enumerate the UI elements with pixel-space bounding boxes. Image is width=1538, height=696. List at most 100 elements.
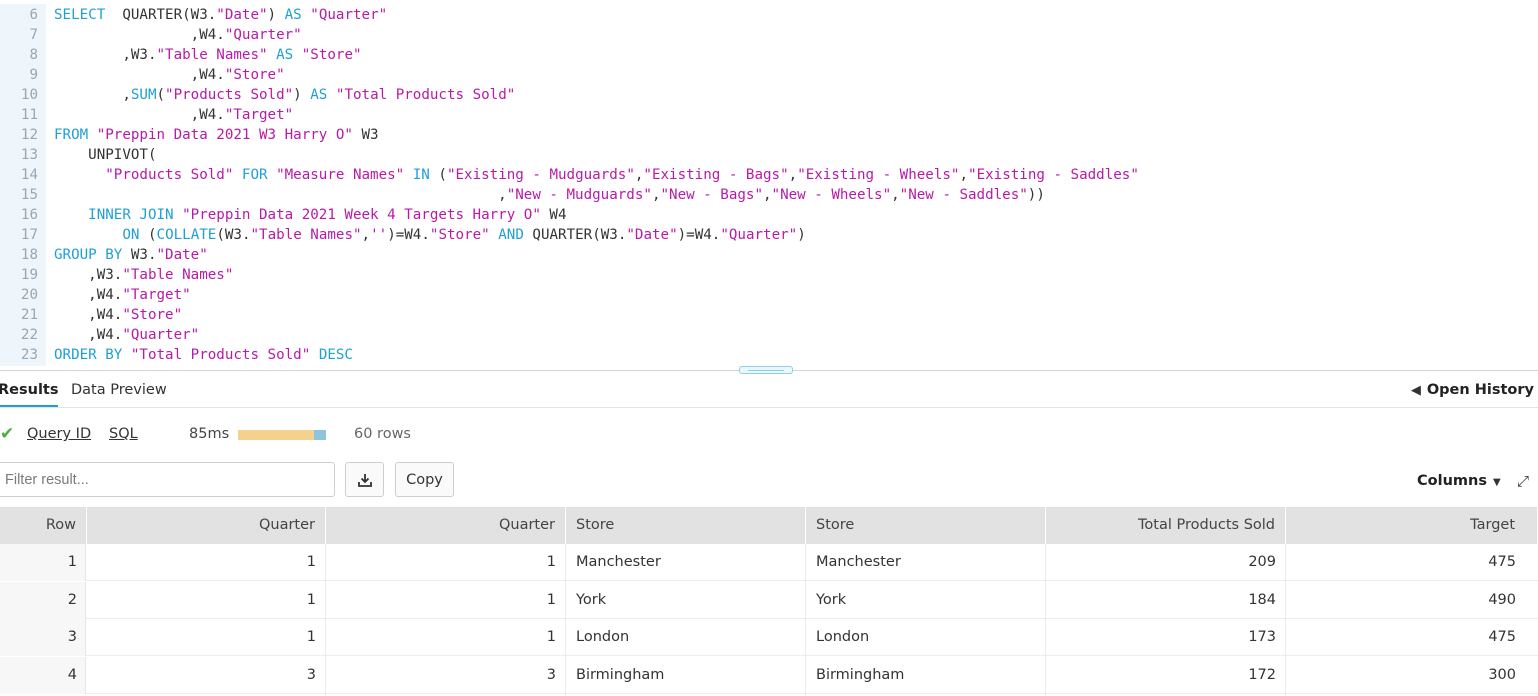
sql-string: "Products Sold"	[105, 167, 234, 183]
sql-keyword: AND	[498, 227, 524, 243]
sql-text: ,	[54, 187, 507, 203]
download-icon	[357, 473, 372, 487]
sql-text: W3	[352, 127, 379, 143]
row-number: 4	[67, 666, 77, 683]
table-cell: 475	[1488, 629, 1516, 645]
sql-string: "Store"	[122, 307, 183, 323]
sql-text: QUARTER(W3.	[105, 7, 217, 23]
sql-link[interactable]: SQL	[109, 426, 138, 442]
sql-string: "New - Bags"	[660, 187, 763, 203]
sql-text: ,	[959, 167, 969, 183]
code-line: 13 UNPIVOT(	[0, 145, 1538, 165]
header-target[interactable]: Target	[1286, 507, 1538, 544]
sql-keyword: DESC	[318, 347, 353, 363]
line-number: 8	[29, 47, 38, 63]
sql-keyword: COLLATE	[156, 227, 217, 243]
copy-button[interactable]: Copy	[395, 462, 454, 497]
column-divider	[1045, 544, 1046, 696]
sql-string: "Date"	[156, 247, 208, 263]
tab-results[interactable]: Results	[0, 382, 59, 398]
sql-keyword: ON	[122, 227, 140, 243]
line-number: 11	[20, 107, 38, 123]
columns-dropdown[interactable]: Columns ▼	[1417, 473, 1501, 489]
line-number: 17	[20, 227, 38, 243]
code-text: GROUP BY W3."Date"	[54, 245, 208, 265]
filter-result-input[interactable]	[0, 462, 335, 497]
table-cell: 1	[306, 554, 316, 570]
code-line: 22 ,W4."Quarter"	[0, 325, 1538, 345]
table-cell: 475	[1488, 554, 1516, 570]
sql-text: ))	[1027, 187, 1045, 203]
code-line: 15 ,"New - Mudguards","New - Bags","New …	[0, 185, 1538, 205]
sql-keyword: AS	[284, 7, 302, 23]
sql-string: "Quarter"	[224, 27, 302, 43]
header-store-target[interactable]: Store	[806, 507, 1046, 544]
sql-text: ,W4.	[54, 307, 123, 323]
sql-keyword: GROUP BY	[54, 247, 123, 263]
table-cell: 3	[306, 666, 316, 683]
sql-string: "Date"	[626, 227, 678, 243]
row-number: 2	[67, 591, 77, 608]
code-line: 19 ,W3."Table Names"	[0, 265, 1538, 285]
code-line: 11 ,W4."Target"	[0, 105, 1538, 125]
sql-keyword: ORDER BY	[54, 347, 123, 363]
code-text: ,W4."Store"	[54, 65, 285, 85]
sql-text: (	[429, 167, 447, 183]
sql-string: "Measure Names"	[276, 167, 405, 183]
table-cell: London	[576, 629, 630, 645]
sql-editor[interactable]: 6 SELECT QUARTER(W3."Date") AS "Quarter" 7…	[0, 0, 1538, 366]
table-cell: Birmingham	[576, 666, 665, 683]
sql-text: W3.	[122, 247, 157, 263]
sql-string: "Quarter"	[720, 227, 798, 243]
code-text: SELECT QUARTER(W3."Date") AS "Quarter"	[54, 5, 387, 25]
sql-string: "Products Sold"	[165, 87, 294, 103]
sql-keyword: SUM	[130, 87, 157, 103]
sql-text: )	[267, 7, 285, 23]
sql-text: )	[797, 227, 806, 243]
tab-data-preview[interactable]: Data Preview	[71, 382, 167, 398]
results-tabs: Results Data Preview	[0, 371, 1538, 408]
table-cell: 1	[306, 629, 316, 645]
table-cell: 173	[1248, 629, 1276, 645]
header-total-products-sold[interactable]: Total Products Sold	[1046, 507, 1286, 544]
table-cell: Manchester	[576, 554, 661, 570]
expand-icon[interactable]: ⤢	[1517, 472, 1529, 490]
code-text: ,W4."Target"	[54, 285, 191, 305]
sql-text: QUARTER(W3.	[523, 227, 627, 243]
sql-text: (	[156, 87, 166, 103]
open-history-label: Open History	[1426, 382, 1534, 398]
table-cell: York	[576, 591, 607, 608]
timing-bar-segment	[314, 430, 326, 440]
sql-keyword: AS	[276, 47, 294, 63]
code-text: ,"New - Mudguards","New - Bags","New - W…	[54, 185, 1045, 205]
line-number: 14	[20, 167, 38, 183]
code-text: ORDER BY "Total Products Sold" DESC	[54, 345, 353, 365]
sql-string: "Preppin Data 2021 W3 Harry O"	[96, 127, 353, 143]
table-cell: 1	[306, 591, 316, 608]
sql-string: "Existing - Wheels"	[797, 167, 960, 183]
sql-text: ,W3.	[54, 267, 123, 283]
code-text: ON (COLLATE(W3."Table Names",'')=W4."Sto…	[54, 225, 806, 245]
header-store[interactable]: Store	[566, 507, 806, 544]
sql-text: )=W4.	[677, 227, 721, 243]
sql-string: "Table Names"	[122, 267, 234, 283]
header-row[interactable]: Row	[0, 507, 87, 544]
code-text: UNPIVOT(	[54, 145, 156, 165]
query-duration: 85ms	[189, 426, 230, 442]
row-count: 60 rows	[354, 426, 411, 442]
sql-string: "New - Mudguards"	[506, 187, 652, 203]
sql-string: "Quarter"	[122, 327, 200, 343]
header-quarter-target[interactable]: Quarter	[326, 507, 566, 544]
open-history-button[interactable]: ◀ Open History	[1411, 382, 1534, 398]
sql-text: ,	[788, 167, 798, 183]
code-text: ,W3."Table Names"	[54, 265, 233, 285]
query-id-link[interactable]: Query ID	[27, 426, 91, 442]
header-quarter[interactable]: Quarter	[87, 507, 326, 544]
download-button[interactable]	[345, 462, 384, 497]
sql-text: W4	[540, 207, 567, 223]
sql-text: ,W4.	[54, 107, 225, 123]
